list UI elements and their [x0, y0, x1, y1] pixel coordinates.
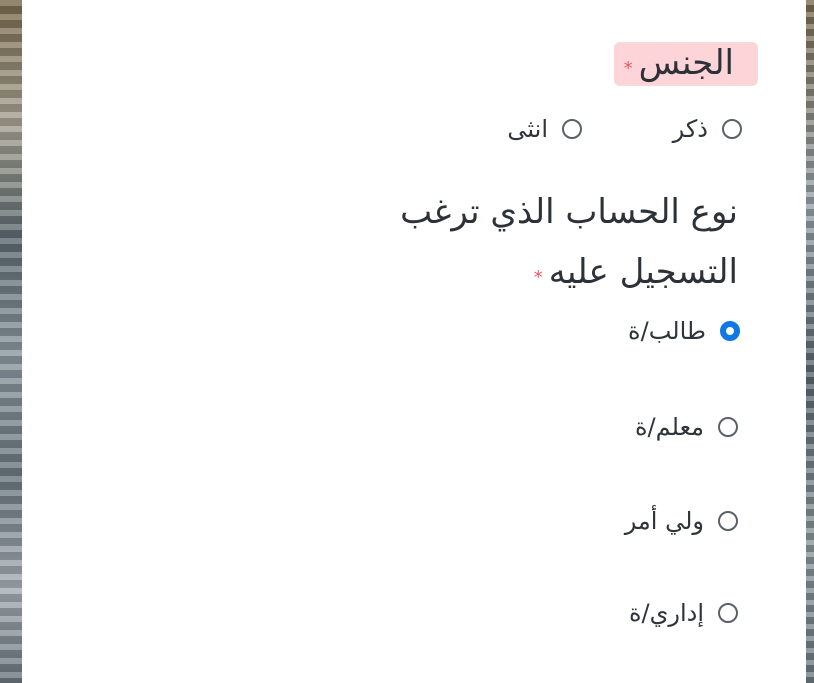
radio-male[interactable] [722, 119, 742, 139]
form-card: الجنس * ذكر انثى نوع الحساب الذي ترغب ال… [22, 0, 806, 683]
radio-teacher[interactable] [718, 417, 738, 437]
account-option-label: طالب/ة [628, 317, 706, 345]
account-option-student[interactable]: طالب/ة [628, 316, 740, 346]
radio-guardian[interactable] [718, 511, 738, 531]
gender-option-female[interactable]: انثى [507, 114, 582, 144]
gender-question-label: الجنس * [613, 42, 758, 86]
account-option-teacher[interactable]: معلم/ة [635, 412, 738, 442]
background-photo-left [0, 0, 22, 683]
account-option-label: ولي أمر [624, 507, 704, 535]
gender-option-label: ذكر [672, 115, 708, 143]
background-photo-right [806, 0, 814, 683]
account-type-question-label: نوع الحساب الذي ترغب التسجيل عليه* [318, 182, 738, 302]
radio-student-selected[interactable] [720, 321, 740, 341]
account-option-label: إداري/ة [628, 599, 704, 627]
radio-female[interactable] [562, 119, 582, 139]
gender-option-label: انثى [507, 115, 548, 143]
radio-admin[interactable] [718, 603, 738, 623]
gender-option-male[interactable]: ذكر [673, 114, 742, 144]
account-type-label-text: نوع الحساب الذي ترغب التسجيل عليه [400, 192, 738, 292]
gender-label-text: الجنس [638, 43, 734, 83]
required-asterisk: * [623, 58, 633, 79]
account-option-guardian[interactable]: ولي أمر [625, 506, 738, 536]
account-option-admin[interactable]: إداري/ة [629, 598, 738, 628]
required-asterisk: * [533, 267, 543, 288]
account-option-label: معلم/ة [634, 413, 704, 441]
